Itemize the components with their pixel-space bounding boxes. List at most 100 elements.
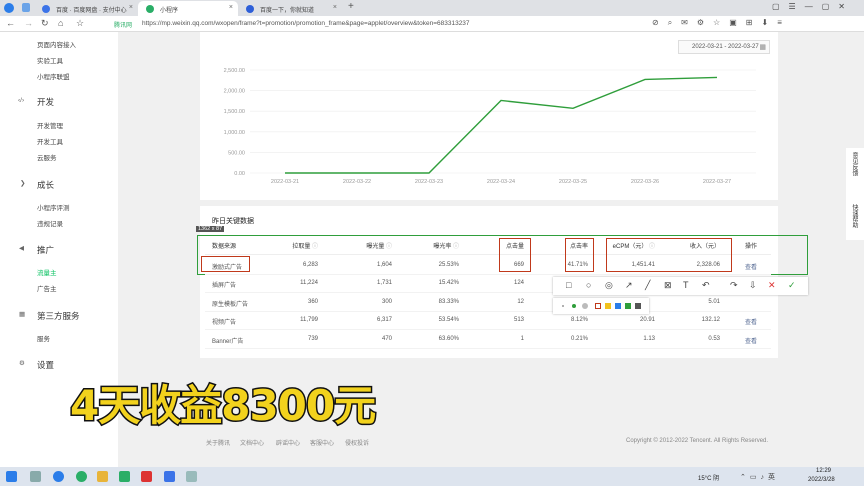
- cancel-icon[interactable]: ✕: [768, 280, 776, 291]
- sidebar-item-traffic-owner[interactable]: 流量主: [37, 267, 57, 277]
- column-header: 数据来源: [212, 244, 237, 250]
- tab-miniprogram[interactable]: 小程序 ×: [138, 1, 238, 16]
- window-controls[interactable]: ▢☰—▢✕: [772, 2, 854, 11]
- y-tick-label: 2,000.00: [224, 89, 245, 95]
- pen-tool-icon[interactable]: ╱: [645, 280, 650, 291]
- table-cell: 470: [381, 335, 392, 342]
- line-chart: 2,500.00 2,000.00 1,500.00 1,000.00 500.00 0.…: [224, 68, 756, 185]
- sidebar-section-third-party[interactable]: 第三方服务: [37, 310, 80, 322]
- color-gray-swatch[interactable]: [635, 303, 641, 309]
- undo-icon[interactable]: ↶: [702, 280, 710, 291]
- footer-link-about[interactable]: 关于腾讯: [206, 438, 230, 447]
- sidebar-item-review[interactable]: 小程序评测: [37, 202, 70, 212]
- footer-link-complaint[interactable]: 侵权投诉: [345, 438, 369, 447]
- row-source: Banner广告: [212, 338, 244, 345]
- feedback-button[interactable]: 意见反馈: [850, 152, 859, 176]
- close-icon[interactable]: ×: [333, 4, 337, 11]
- sidebar-section-promotion[interactable]: 推广: [37, 244, 54, 256]
- table-cell: 6,317: [376, 317, 392, 323]
- selection-size-text: 1362 x 87: [198, 226, 223, 232]
- info-icon[interactable]: ⓘ: [384, 244, 392, 250]
- app-icon[interactable]: [164, 471, 175, 482]
- footer-link-rumor[interactable]: 辟谣中心: [276, 438, 300, 447]
- sidebar-item-advertiser[interactable]: 广告主: [37, 283, 57, 293]
- x-tick-label: 2022-03-27: [703, 179, 731, 185]
- action-link[interactable]: 查看: [745, 336, 757, 345]
- share-icon[interactable]: ↷: [730, 280, 738, 291]
- system-tray-icons[interactable]: ⌃▭♪英: [740, 472, 779, 482]
- save-icon[interactable]: ⇩: [749, 280, 757, 291]
- color-yellow-swatch[interactable]: [605, 303, 611, 309]
- confirm-icon[interactable]: ✓: [788, 280, 796, 291]
- arrow-tool-icon[interactable]: ↗: [625, 280, 633, 291]
- sidebar-item-service[interactable]: 服务: [37, 333, 50, 343]
- help-button[interactable]: 快速帮助: [850, 204, 859, 228]
- rectangle-tool-icon[interactable]: □: [566, 280, 571, 290]
- selection-size-label: 1362 x 87: [196, 226, 225, 232]
- app-icon[interactable]: [186, 471, 197, 482]
- app-icon[interactable]: [119, 471, 130, 482]
- sidebar-section-dev[interactable]: 开发: [37, 96, 54, 108]
- size-small-dot[interactable]: [562, 305, 564, 307]
- clock-date[interactable]: 2022/3/28: [808, 477, 835, 483]
- tab-list-icon[interactable]: [22, 3, 30, 12]
- home-icon[interactable]: ⌂: [58, 18, 63, 28]
- sidebar-item-content-access[interactable]: 页面内容接入: [37, 39, 76, 49]
- chart-card: 2022-03-21 - 2022-03-27 ▦ 2,500.00 2,000.…: [200, 32, 778, 200]
- refresh-icon[interactable]: ↻: [41, 18, 49, 29]
- close-icon[interactable]: ×: [129, 4, 133, 11]
- sidebar-item-violations[interactable]: 违规记录: [37, 218, 63, 228]
- clock-time[interactable]: 12:29: [816, 468, 831, 474]
- browser-logo-icon[interactable]: [4, 3, 14, 13]
- sidebar-item-cloud[interactable]: 云服务: [37, 152, 57, 162]
- windows-start-icon[interactable]: [6, 471, 17, 482]
- color-red-swatch[interactable]: [595, 303, 601, 309]
- text-tool-icon[interactable]: T: [683, 280, 689, 290]
- action-link[interactable]: 查看: [745, 317, 757, 326]
- toolbar-icons[interactable]: ⊘⌕✉⚙☆▣⊞⬇≡: [652, 18, 791, 28]
- table-cell: 15.42%: [438, 280, 459, 286]
- weather-text[interactable]: 15°C 阴: [698, 473, 719, 482]
- sidebar-section-growth[interactable]: 成长: [37, 179, 54, 191]
- x-tick-label: 2022-03-23: [415, 179, 443, 185]
- back-icon[interactable]: ←: [6, 18, 15, 28]
- row-divider: [205, 347, 771, 349]
- tab-baidu-pan[interactable]: 百度 · 百度网盘 · 支付中心 ×: [34, 1, 138, 16]
- sidebar-item-experiment[interactable]: 实验工具: [37, 55, 63, 65]
- address-bar: ← → ↻ ⌂ ☆ 腾讯网 https://mp.weixin.qq.com/w…: [0, 16, 864, 32]
- bookmark-star-icon[interactable]: ☆: [76, 18, 84, 29]
- sidebar-item-alliance[interactable]: 小程序联盟: [37, 71, 70, 81]
- forward-icon[interactable]: →: [24, 18, 33, 28]
- blur-tool-icon[interactable]: ⊠: [664, 280, 672, 291]
- size-medium-dot[interactable]: [572, 304, 576, 308]
- color-blue-swatch[interactable]: [615, 303, 621, 309]
- info-icon[interactable]: ⓘ: [310, 244, 318, 250]
- tab-baidu-search[interactable]: 百度一下，你就知道 ×: [238, 1, 342, 16]
- browser-taskbar-icon[interactable]: [53, 471, 64, 482]
- sidebar-item-dev-manage[interactable]: 开发管理: [37, 120, 63, 130]
- color-palette: [553, 298, 649, 314]
- size-large-dot[interactable]: [582, 303, 588, 309]
- section-title: 昨日关键数据: [212, 218, 254, 225]
- table-cell: 1: [520, 335, 524, 342]
- new-tab-icon[interactable]: +: [348, 1, 354, 12]
- mosaic-tool-icon[interactable]: ◎: [605, 280, 613, 291]
- sidebar-section-settings[interactable]: 设置: [37, 359, 54, 371]
- color-green-swatch[interactable]: [625, 303, 631, 309]
- action-link[interactable]: 查看: [745, 262, 757, 271]
- column-header: 操作: [745, 244, 758, 250]
- footer-link-docs[interactable]: 文档中心: [240, 438, 264, 447]
- footer-link-service[interactable]: 客服中心: [310, 438, 334, 447]
- close-icon[interactable]: ×: [229, 4, 233, 11]
- sidebar-item-dev-tools[interactable]: 开发工具: [37, 136, 63, 146]
- url-field[interactable]: 腾讯网 https://mp.weixin.qq.com/wxopen/fram…: [112, 18, 640, 30]
- y-tick-label: 1,500.00: [224, 109, 245, 115]
- table-cell: 6,283: [302, 261, 318, 268]
- task-view-icon[interactable]: [30, 471, 41, 482]
- wps-icon[interactable]: [141, 471, 152, 482]
- info-icon[interactable]: ⓘ: [451, 244, 459, 250]
- ellipse-tool-icon[interactable]: ○: [586, 280, 591, 290]
- table-cell: 83.33%: [438, 298, 459, 305]
- explorer-icon[interactable]: [97, 471, 108, 482]
- wechat-taskbar-icon[interactable]: [76, 471, 87, 482]
